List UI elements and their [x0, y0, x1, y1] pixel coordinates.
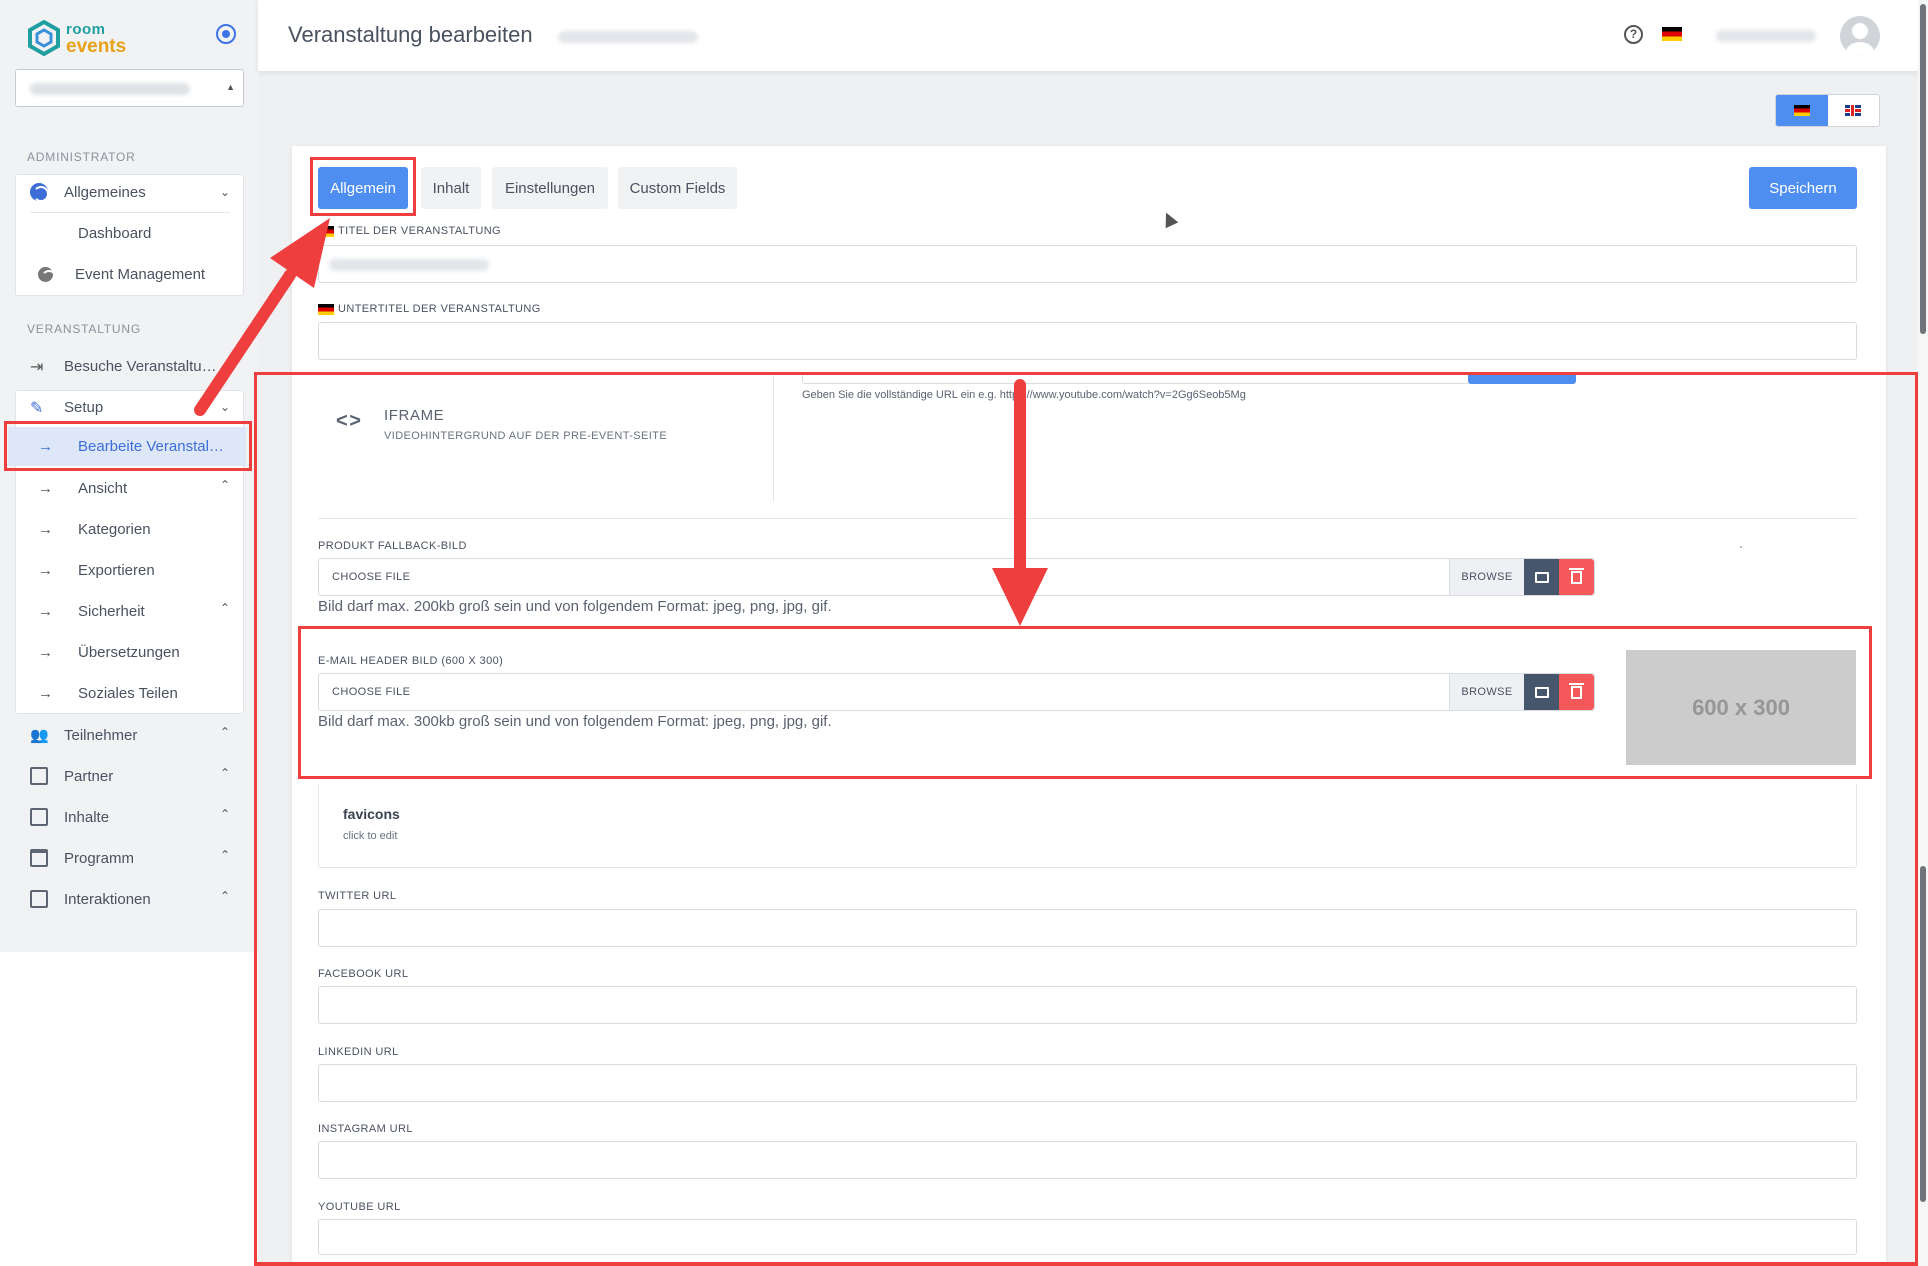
annotation-arrows	[194, 218, 1048, 626]
annotation-arrow-up	[194, 218, 330, 416]
annotation-arrow-down	[992, 379, 1048, 626]
